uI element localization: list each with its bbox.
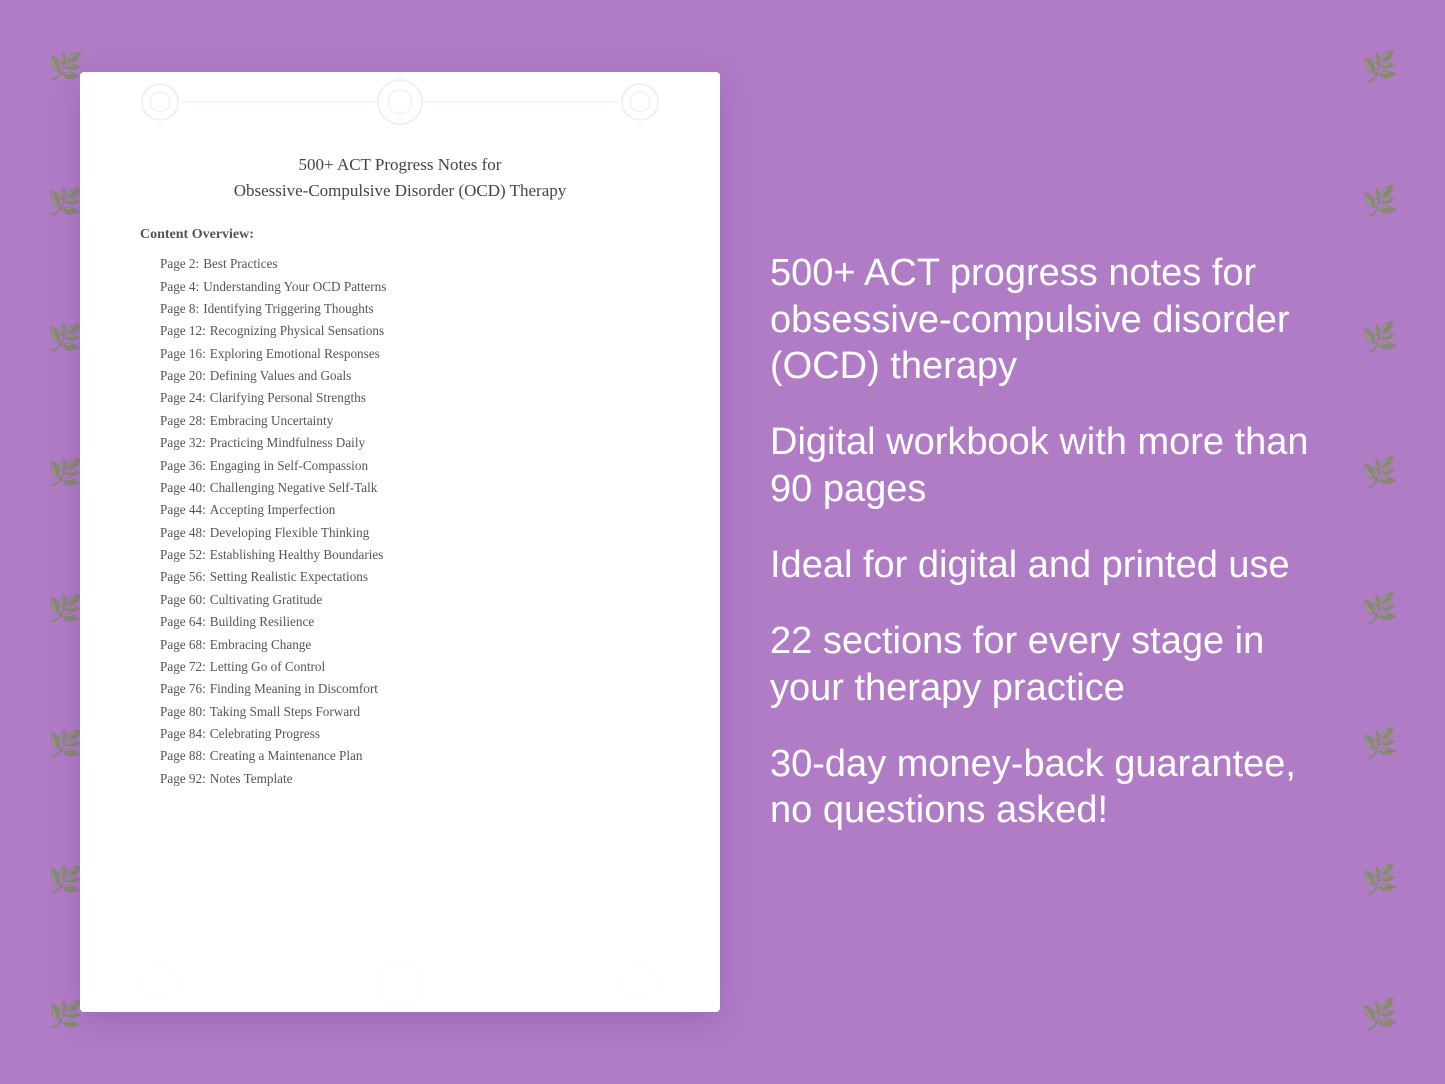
toc-item: Page 60: Cultivating Gratitude: [130, 589, 670, 611]
content-overview-label: Content Overview:: [140, 227, 254, 243]
toc-item: Page 84: Celebrating Progress: [130, 723, 670, 745]
toc-title: Cultivating Gratitude: [210, 592, 322, 607]
toc-item: Page 68: Embracing Change: [130, 633, 670, 655]
toc-page-number: Page 80:: [160, 704, 206, 719]
main-content: 500+ ACT Progress Notes for Obsessive-Co…: [0, 0, 1445, 1084]
toc-page-number: Page 92:: [160, 771, 206, 786]
toc-item: Page 32: Practicing Mindfulness Daily: [130, 432, 670, 454]
toc-title: Engaging in Self-Compassion: [210, 458, 368, 473]
toc-title: Celebrating Progress: [210, 726, 320, 741]
toc-item: Page 44: Accepting Imperfection: [130, 499, 670, 521]
toc-title: Practicing Mindfulness Daily: [210, 435, 365, 450]
toc-title: Embracing Change: [210, 637, 311, 652]
toc-item: Page 8: Identifying Triggering Thoughts: [130, 298, 670, 320]
toc-list: Page 2: Best Practices Page 4: Understandin…: [130, 253, 670, 790]
toc-page-number: Page 40:: [160, 480, 206, 495]
toc-item: Page 92: Notes Template: [130, 768, 670, 790]
toc-item: Page 64: Building Resilience: [130, 611, 670, 633]
toc-page-number: Page 12:: [160, 323, 206, 338]
toc-title: Challenging Negative Self-Talk: [210, 480, 378, 495]
toc-title: Taking Small Steps Forward: [210, 704, 360, 719]
feature-text-panel: 500+ ACT progress notes for obsessive-co…: [770, 250, 1345, 834]
toc-item: Page 4: Understanding Your OCD Patterns: [130, 275, 670, 297]
toc-item: Page 36: Engaging in Self-Compassion: [130, 454, 670, 476]
toc-page-number: Page 8:: [160, 301, 199, 316]
feature-text-2: Digital workbook with more than 90 pages: [770, 419, 1325, 512]
toc-title: Letting Go of Control: [210, 659, 325, 674]
toc-page-number: Page 36:: [160, 458, 206, 473]
toc-title: Building Resilience: [210, 614, 314, 629]
toc-item: Page 72: Letting Go of Control: [130, 656, 670, 678]
toc-title: Best Practices: [203, 256, 277, 271]
feature-text-1: 500+ ACT progress notes for obsessive-co…: [770, 250, 1325, 389]
toc-item: Page 28: Embracing Uncertainty: [130, 410, 670, 432]
toc-page-number: Page 72:: [160, 659, 206, 674]
toc-item: Page 2: Best Practices: [130, 253, 670, 275]
toc-title: Creating a Maintenance Plan: [210, 748, 363, 763]
toc-title: Recognizing Physical Sensations: [210, 323, 384, 338]
toc-title: Identifying Triggering Thoughts: [203, 301, 373, 316]
toc-page-number: Page 28:: [160, 413, 206, 428]
toc-page-number: Page 52:: [160, 547, 206, 562]
toc-page-number: Page 16:: [160, 346, 206, 361]
toc-page-number: Page 48:: [160, 525, 206, 540]
toc-item: Page 52: Establishing Healthy Boundaries: [130, 544, 670, 566]
feature-text-5: 30-day money-back guarantee, no question…: [770, 741, 1325, 834]
book-title-block: 500+ ACT Progress Notes for Obsessive-Co…: [234, 152, 567, 203]
toc-item: Page 80: Taking Small Steps Forward: [130, 701, 670, 723]
book-top-decoration: [80, 72, 720, 132]
toc-item: Page 16: Exploring Emotional Responses: [130, 343, 670, 365]
toc-title: Understanding Your OCD Patterns: [203, 279, 386, 294]
toc-title: Embracing Uncertainty: [210, 413, 333, 428]
toc-page-number: Page 56:: [160, 569, 206, 584]
toc-page-number: Page 44:: [160, 502, 206, 517]
toc-item: Page 76: Finding Meaning in Discomfort: [130, 678, 670, 700]
toc-title: Accepting Imperfection: [210, 502, 336, 517]
toc-page-number: Page 88:: [160, 748, 206, 763]
toc-title: Finding Meaning in Discomfort: [210, 681, 378, 696]
toc-item: Page 48: Developing Flexible Thinking: [130, 522, 670, 544]
toc-page-number: Page 2:: [160, 256, 199, 271]
toc-page-number: Page 68:: [160, 637, 206, 652]
book-panel: 500+ ACT Progress Notes for Obsessive-Co…: [80, 72, 720, 1012]
toc-title: Notes Template: [210, 771, 293, 786]
feature-text-4: 22 sections for every stage in your ther…: [770, 618, 1325, 711]
toc-page-number: Page 32:: [160, 435, 206, 450]
toc-page-number: Page 4:: [160, 279, 199, 294]
toc-title: Exploring Emotional Responses: [210, 346, 380, 361]
book-title-line1: 500+ ACT Progress Notes for: [299, 155, 502, 174]
book-title: 500+ ACT Progress Notes for Obsessive-Co…: [234, 152, 567, 203]
toc-title: Establishing Healthy Boundaries: [210, 547, 384, 562]
toc-title: Defining Values and Goals: [210, 368, 352, 383]
toc-title: Clarifying Personal Strengths: [210, 390, 366, 405]
book-title-line2: Obsessive-Compulsive Disorder (OCD) Ther…: [234, 181, 567, 200]
toc-page-number: Page 64:: [160, 614, 206, 629]
toc-item: Page 40: Challenging Negative Self-Talk: [130, 477, 670, 499]
toc-item: Page 24: Clarifying Personal Strengths: [130, 387, 670, 409]
toc-page-number: Page 60:: [160, 592, 206, 607]
toc-page-number: Page 20:: [160, 368, 206, 383]
toc-item: Page 56: Setting Realistic Expectations: [130, 566, 670, 588]
toc-page-number: Page 84:: [160, 726, 206, 741]
toc-item: Page 12: Recognizing Physical Sensations: [130, 320, 670, 342]
toc-page-number: Page 76:: [160, 681, 206, 696]
toc-item: Page 20: Defining Values and Goals: [130, 365, 670, 387]
toc-title: Developing Flexible Thinking: [210, 525, 369, 540]
book-bottom-decoration: [80, 952, 720, 1012]
toc-item: Page 88: Creating a Maintenance Plan: [130, 745, 670, 767]
feature-text-3: Ideal for digital and printed use: [770, 542, 1325, 588]
toc-page-number: Page 24:: [160, 390, 206, 405]
toc-title: Setting Realistic Expectations: [210, 569, 368, 584]
